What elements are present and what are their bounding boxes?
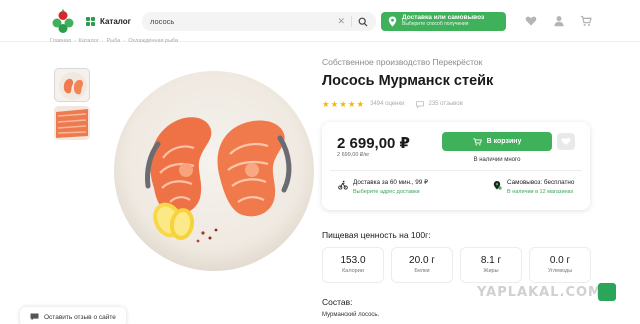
- price: 2 699,00 ₽: [337, 135, 410, 152]
- breadcrumb: Главная · Каталог · Рыба · Охлаждённая рыба: [50, 38, 179, 44]
- thumbnail-image: [54, 106, 90, 140]
- delivery-option-text: Доставка за 60 мин., 99 ₽: [353, 179, 429, 186]
- pickup-option-text: Самовывоз: бесплатно: [507, 179, 575, 186]
- comment-icon: [416, 100, 425, 108]
- nutrition-label: Жиры: [483, 268, 499, 274]
- nutrition-card-calories: 153.0 Калории: [322, 247, 384, 283]
- price-per-kg: 2 699,00 ₽/кг: [337, 152, 370, 158]
- delivery-address-link[interactable]: Выберите адрес доставки: [353, 189, 428, 195]
- site-feedback-button[interactable]: Оставить отзыв о сайте: [20, 307, 126, 324]
- product-title: Лосось Мурманск стейк: [322, 73, 494, 89]
- nutrition-label: Белки: [414, 268, 430, 274]
- watermark-badge-icon: [598, 283, 616, 301]
- card-divider: [330, 170, 582, 171]
- star-icon: ★: [322, 99, 330, 109]
- breadcrumb-item[interactable]: Каталог: [79, 38, 99, 44]
- rating-row: ★ ★ ★ ★ ★ 3494 оценки 235 отзывов: [322, 100, 463, 109]
- heart-icon: [561, 138, 571, 146]
- cart-label: В корзину: [486, 138, 522, 145]
- ratings-count: 3494 оценки: [370, 101, 405, 108]
- price-card: 2 699,00 ₽ 2 699,00 ₽/кг В корзину В нал…: [322, 122, 590, 210]
- reviews-count: 235 отзывов: [428, 101, 463, 108]
- delivery-subtitle: Выберите способ получения: [402, 21, 469, 28]
- thumbnail-2[interactable]: [54, 106, 90, 140]
- nutrition-value: 8.1 г: [480, 255, 502, 266]
- nutrition-label: Углеводы: [547, 268, 573, 274]
- search-bar[interactable]: лосось ✕: [142, 12, 376, 31]
- pickup-stores-link[interactable]: В наличии в 12 магазинах: [507, 189, 574, 195]
- product-page: Каталог лосось ✕ Доставка или самовывоз …: [0, 0, 640, 324]
- search-divider: [351, 16, 352, 27]
- star-icon: ★: [347, 99, 356, 109]
- rating-stars[interactable]: ★ ★ ★ ★ ★: [322, 100, 364, 109]
- composition-title: Состав:: [322, 297, 353, 307]
- delivery-method-button[interactable]: Доставка или самовывоз Выберите способ п…: [381, 12, 506, 31]
- nutrition-value: 153.0: [340, 255, 366, 266]
- thumbnail-image: [59, 72, 87, 100]
- delivery-option[interactable]: Доставка за 60 мин., 99 ₽ Выберите адрес…: [338, 179, 428, 195]
- nutrition-card-carbs: 0.0 г Углеводы: [529, 247, 591, 283]
- courier-icon: [338, 180, 348, 190]
- cart-icon: [473, 137, 482, 145]
- star-icon: ★: [330, 99, 339, 109]
- thumbnail-1[interactable]: [54, 68, 90, 102]
- star-icon: ★: [356, 99, 365, 109]
- catalog-label: Каталог: [100, 16, 131, 26]
- catalog-button[interactable]: Каталог: [86, 13, 131, 29]
- stock-status: В наличии много: [473, 157, 521, 163]
- nutrition-card-fat: 8.1 г Жиры: [460, 247, 522, 283]
- watermark: YAPLAKAL.COM: [477, 285, 602, 300]
- breadcrumb-item[interactable]: Главная: [50, 38, 71, 44]
- product-image: [114, 71, 314, 271]
- grid-icon: [86, 16, 95, 26]
- favorite-button[interactable]: [557, 133, 575, 150]
- nutrition-value: 0.0 г: [549, 255, 571, 266]
- user-icon[interactable]: [553, 15, 565, 27]
- search-icon[interactable]: [358, 17, 368, 27]
- location-pin-icon: [388, 16, 397, 27]
- nutrition-label: Калории: [342, 268, 364, 274]
- logo-icon[interactable]: [50, 8, 76, 34]
- composition-text: Мурманский лосось.: [322, 312, 380, 318]
- cart-icon[interactable]: [580, 15, 592, 27]
- add-to-cart-button[interactable]: В корзину: [442, 132, 552, 151]
- reviews-link[interactable]: 235 отзывов: [416, 100, 463, 108]
- site-header: Каталог лосось ✕ Доставка или самовывоз …: [0, 0, 640, 42]
- clear-icon[interactable]: ✕: [337, 16, 345, 27]
- heart-icon[interactable]: [525, 15, 537, 27]
- pickup-option[interactable]: Самовывоз: бесплатно В наличии в 12 мага…: [492, 179, 574, 195]
- chat-icon: [30, 313, 39, 321]
- breadcrumb-item[interactable]: Рыба: [107, 38, 121, 44]
- nutrition-value: 20.0 г: [409, 255, 435, 266]
- search-input[interactable]: лосось: [150, 17, 337, 26]
- pickup-icon: [493, 181, 502, 190]
- star-icon: ★: [339, 99, 347, 109]
- brand-line[interactable]: Собственное производство Перекрёсток: [322, 57, 482, 67]
- nutrition-card-protein: 20.0 г Белки: [391, 247, 453, 283]
- nutrition-title: Пищевая ценность на 100г:: [322, 230, 431, 240]
- feedback-label: Оставить отзыв о сайте: [44, 313, 116, 321]
- breadcrumb-item[interactable]: Охлаждённая рыба: [128, 38, 178, 44]
